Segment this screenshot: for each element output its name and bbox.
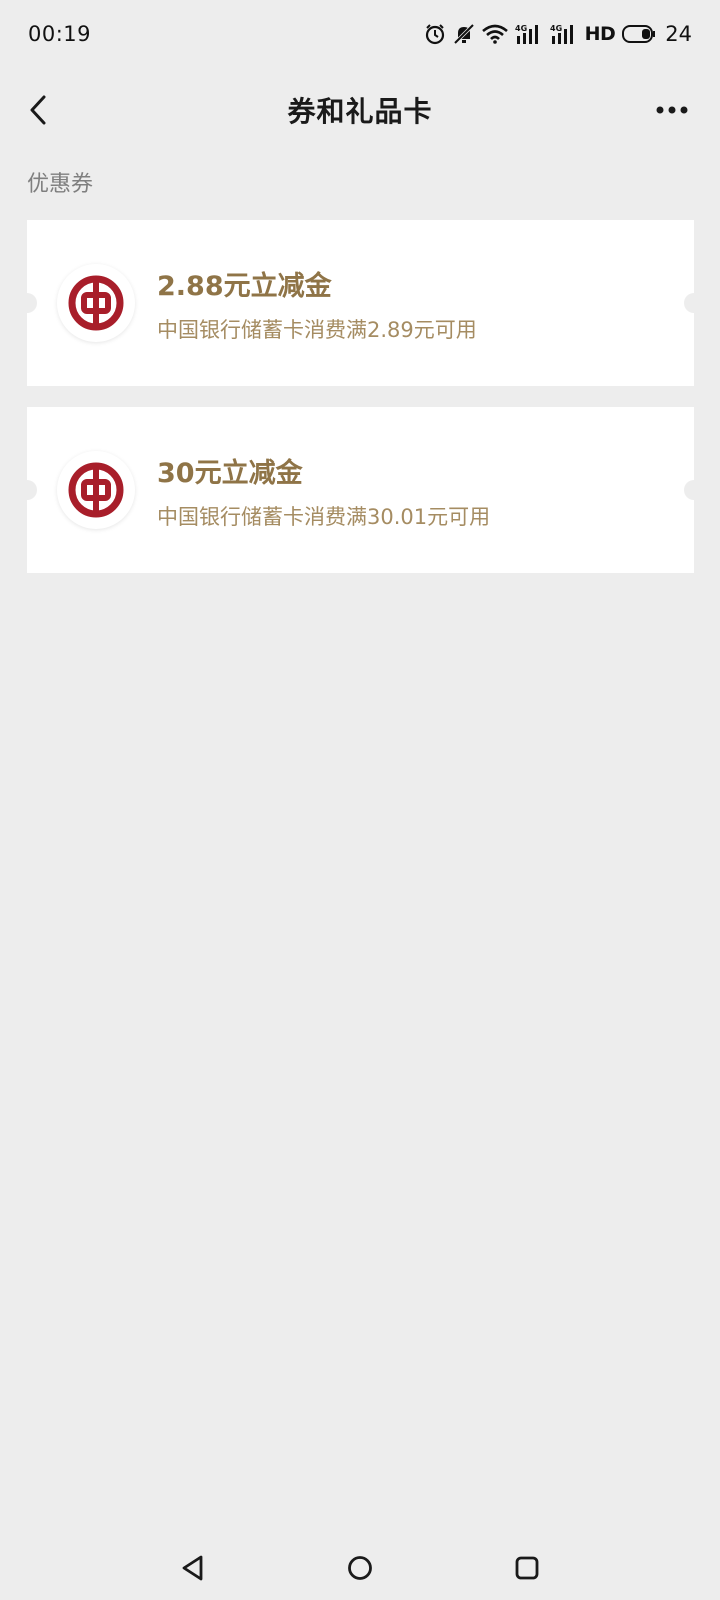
mute-icon	[453, 23, 474, 45]
coupon-desc: 中国银行储蓄卡消费满30.01元可用	[157, 505, 491, 529]
page-title: 券和礼品卡	[287, 95, 433, 128]
status-icons: 4G 4G HD 24	[424, 22, 692, 46]
svg-text:4G: 4G	[515, 24, 527, 33]
wifi-icon	[481, 24, 508, 44]
signal-4g-icon: 4G	[515, 24, 538, 44]
signal-4g-icon: 4G	[550, 24, 573, 44]
header: 券和礼品卡	[0, 68, 720, 152]
more-dots-icon	[656, 106, 688, 114]
status-time: 00:19	[28, 22, 92, 46]
more-button[interactable]	[648, 88, 696, 132]
system-nav-bar	[0, 1536, 720, 1600]
alarm-icon	[425, 24, 444, 45]
coupon-title: 2.88元立减金	[157, 271, 332, 302]
status-bar: 00:19 4G 4G HD 24	[0, 0, 720, 68]
bank-of-china-logo	[57, 451, 135, 529]
coupon-card[interactable]: 30元立减金 中国银行储蓄卡消费满30.01元可用	[17, 407, 704, 573]
battery-level: 24	[665, 22, 692, 46]
nav-home-button[interactable]	[338, 1546, 382, 1590]
hd-icon: HD	[584, 23, 616, 45]
coupon-desc: 中国银行储蓄卡消费满2.89元可用	[157, 318, 477, 342]
coupon-title: 30元立减金	[157, 458, 303, 489]
back-button[interactable]	[16, 88, 60, 132]
section-label: 优惠券	[27, 172, 94, 197]
back-triangle-icon	[182, 1555, 203, 1581]
nav-back-button[interactable]	[171, 1546, 215, 1590]
svg-text:4G: 4G	[550, 24, 562, 33]
battery-icon	[622, 25, 656, 43]
chevron-left-icon	[30, 95, 46, 125]
screen: 00:19 4G 4G HD 24 券和礼品卡 优惠券 2.88元立减金 中国银…	[0, 0, 720, 1600]
recents-square-icon	[515, 1556, 539, 1580]
bank-of-china-logo	[57, 264, 135, 342]
coupon-card[interactable]: 2.88元立减金 中国银行储蓄卡消费满2.89元可用	[17, 220, 704, 386]
home-circle-icon	[348, 1556, 372, 1580]
nav-recents-button[interactable]	[505, 1546, 549, 1590]
